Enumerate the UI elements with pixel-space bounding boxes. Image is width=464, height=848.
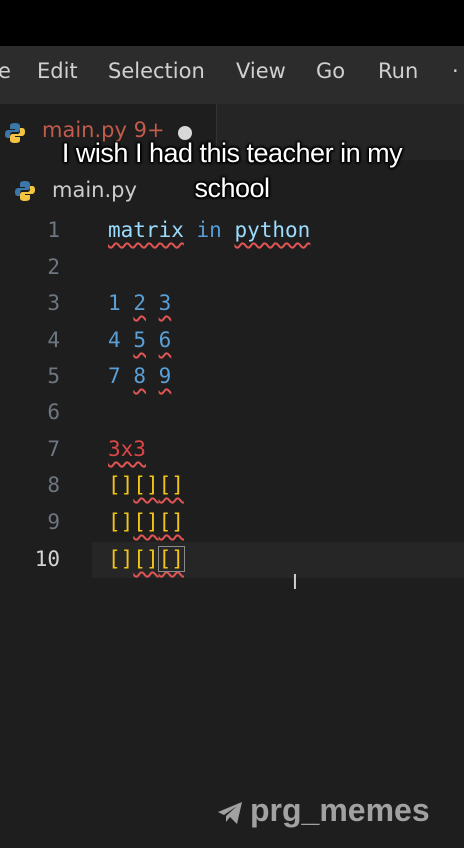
code-token: [] <box>108 547 134 571</box>
code-token: 4 <box>108 328 121 352</box>
code-token: [] <box>158 510 184 534</box>
code-token: 3x3 <box>108 437 146 461</box>
line-number-active: 10 <box>34 547 60 571</box>
telegram-icon <box>218 801 242 824</box>
video-caption: I wish I had this teacher in my school <box>0 136 464 206</box>
code-token: 7 <box>108 364 121 388</box>
line-number: 7 <box>47 437 60 461</box>
watermark: prg_memes <box>216 792 430 829</box>
code-line-10[interactable]: [][][] <box>108 546 185 572</box>
caption-line-1: I wish I had this teacher in my <box>61 138 403 168</box>
menu-item-edit[interactable]: Edit <box>37 59 78 83</box>
editor-area[interactable]: main.py 1 2 3 4 5 6 7 8 9 10 matrix in p… <box>0 160 464 848</box>
menu-item-file-partial[interactable]: e <box>0 59 11 83</box>
line-number: 3 <box>47 291 60 315</box>
line-number: 6 <box>47 400 60 424</box>
code-token: 5 <box>133 328 146 352</box>
menu-item-go[interactable]: Go <box>316 59 345 83</box>
code-token: 6 <box>158 328 172 352</box>
code-line-3[interactable]: 1 2 3 <box>108 291 171 315</box>
line-number: 2 <box>47 255 60 279</box>
code-token-matched-bracket: [] <box>157 546 185 572</box>
code-token: [] <box>108 510 134 534</box>
code-token: matrix <box>108 218 184 242</box>
caption-line-2: school <box>194 173 270 203</box>
code-token: [] <box>133 473 159 497</box>
menu-item-view[interactable]: View <box>236 59 286 83</box>
line-number: 9 <box>47 510 60 534</box>
code-token: in <box>196 218 222 242</box>
line-number: 4 <box>47 328 60 352</box>
menu-item-selection[interactable]: Selection <box>108 59 205 83</box>
top-black-bar <box>0 0 464 46</box>
line-number: 5 <box>47 364 60 388</box>
code-line-4[interactable]: 4 5 6 <box>108 328 171 352</box>
code-line-9[interactable]: [][][] <box>108 510 184 534</box>
code-token: python <box>234 218 311 242</box>
code-token: [] <box>108 473 134 497</box>
text-cursor-icon: I <box>292 570 298 594</box>
code-token: [] <box>158 473 184 497</box>
line-number: 1 <box>47 218 60 242</box>
watermark-text: prg_memes <box>250 792 430 828</box>
menu-item-run[interactable]: Run <box>378 59 418 83</box>
code-token: 9 <box>158 364 172 388</box>
code-token: 2 <box>133 291 146 315</box>
code-line-7[interactable]: 3x3 <box>108 437 146 461</box>
code-line-1[interactable]: matrix in python <box>108 218 310 242</box>
line-number: 8 <box>47 473 60 497</box>
code-token: [] <box>133 547 159 571</box>
code-line-8[interactable]: [][][] <box>108 473 184 497</box>
code-token: [] <box>133 510 159 534</box>
menu-bar: e Edit Selection View Go Run · <box>0 46 464 104</box>
code-token: 8 <box>133 364 146 388</box>
code-token: 3 <box>158 291 172 315</box>
code-line-5[interactable]: 7 8 9 <box>108 364 171 388</box>
menu-item-more[interactable]: · <box>452 59 459 83</box>
code-token: 1 <box>108 291 121 315</box>
